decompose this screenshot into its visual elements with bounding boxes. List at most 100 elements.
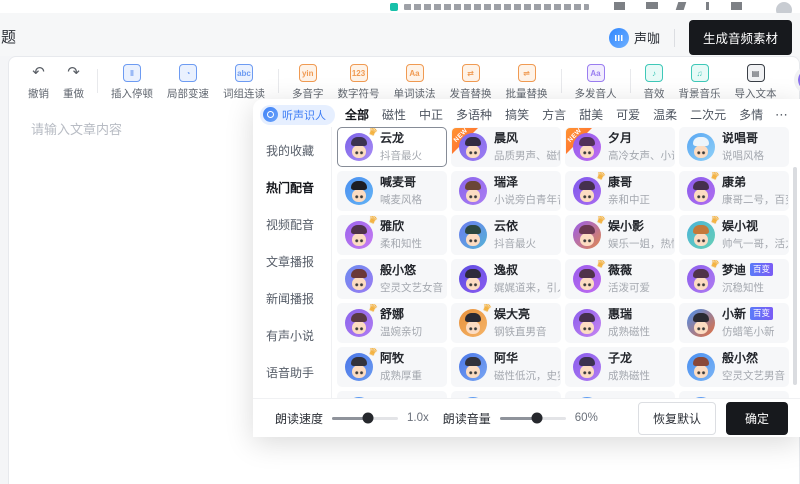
voice-text: 康弟康哥二号，百变男音 [722,176,788,207]
voice-card-晨风[interactable]: NEW晨风品质男声、磁性沉稳 [451,127,561,167]
voice-card-喊麦哥[interactable]: 喊麦哥喊麦风格 [337,171,447,211]
voice-avatar [573,133,601,161]
menu-item-语音助手[interactable]: 语音助手 [253,364,331,401]
tab-多情感[interactable]: 多情感 [739,106,763,123]
menu-item-新闻播报[interactable]: 新闻播报 [253,290,331,327]
voice-recognize-label: 听声识人 [282,107,326,123]
extension-icon[interactable] [646,2,658,9]
volume-slider[interactable] [500,417,566,420]
tab-甜美[interactable]: 甜美 [579,106,603,123]
voice-card-夕月[interactable]: NEW夕月高冷女声、小说专属 [565,127,675,167]
voice-card-娱大亮[interactable]: ♛娱大亮钢铁直男音 [451,303,561,343]
voice-grid-wrap: ♛云龙抖音最火NEW晨风品质男声、磁性沉稳NEW夕月高冷女声、小说专属说唱哥说唱… [332,127,800,398]
tab-中正[interactable]: 中正 [419,106,443,123]
toolbar-word-reading-button[interactable]: Aa单词读法 [387,64,443,101]
voice-card-说唱哥[interactable]: 说唱哥说唱风格 [679,127,789,167]
toolbar-phrase-liaison-button[interactable]: abc词组连读 [216,64,272,101]
grid-scrollbar[interactable] [793,167,797,385]
voice-avatar [459,133,487,161]
tab-搞笑[interactable]: 搞笑 [505,106,529,123]
voice-card-惠瑞[interactable]: 惠瑞成熟磁性 [565,303,675,343]
tab-温柔[interactable]: 温柔 [653,106,677,123]
voice-card-薇薇[interactable]: ♛薇薇活泼可爱 [565,259,675,299]
toolbar-bgm-button[interactable]: ♫背景音乐 [672,64,728,101]
voice-card-娱小视[interactable]: ♛娱小视帅气一哥，活力轻快 [679,215,789,255]
voice-desc: 抖音最火 [494,236,536,251]
toolbar-pronunciation-replace-button[interactable]: ⇄发音替换 [443,64,499,101]
volume-slider-thumb[interactable] [531,413,542,424]
tab-全部[interactable]: 全部 [345,106,369,123]
sound-effect-icon: ♪ [645,64,663,82]
avatar-face [580,189,594,202]
avatar-face [466,145,480,158]
voice-card-阿华[interactable]: 阿华磁性低沉，史实记录 [451,347,561,387]
menu-dots-icon[interactable] [706,2,709,10]
confirm-button[interactable]: 确定 [726,402,788,435]
voice-desc: 娓娓道来，引人入胜 [494,280,560,295]
avatar-art [459,133,487,161]
tab-方言[interactable]: 方言 [542,106,566,123]
current-voice-pill[interactable]: 云龙 | 1.0x [794,66,800,94]
tab-二次元[interactable]: 二次元 [690,106,726,123]
edit-icon[interactable] [676,2,687,10]
editor-placeholder[interactable]: 请输入文章内容 [31,119,122,138]
voice-name-row: 夕月 [608,132,674,144]
reset-default-button[interactable]: 恢复默认 [638,402,716,435]
voice-avatar [459,353,487,381]
avatar-face [352,233,366,246]
avatar-art [687,177,715,205]
voice-card-娱小影[interactable]: ♛娱小影娱乐一姐，热情活力 [565,215,675,255]
speed-slider[interactable] [332,417,398,420]
download-icon[interactable] [614,2,625,10]
page-title-partial[interactable]: 题 [1,26,16,47]
voice-card-梦迪[interactable]: ♛梦迪百变沉稳知性 [679,259,789,299]
voice-card-赛浩浩[interactable]: 赛浩浩 [565,391,675,398]
voice-card-般小冰[interactable]: 般小冰 [337,391,447,398]
toolbar-batch-replace-button[interactable]: ⇌批量替换 [499,64,555,101]
tab-多语种[interactable]: 多语种 [456,106,492,123]
voice-card-逸叔[interactable]: 逸叔娓娓道来，引人入胜 [451,259,561,299]
voice-card-雅欣[interactable]: ♛雅欣柔和知性 [337,215,447,255]
toolbar-undo-button[interactable]: ↶撤销 [21,64,56,101]
toolbar-local-speed-button[interactable]: ◔局部变速 [160,64,216,101]
voice-text: 云依抖音最火 [494,220,536,251]
voice-panel: 听声识人 全部磁性中正多语种搞笑方言甜美可爱温柔二次元多情感干练抒情童声低沉浑厚… [253,99,800,437]
voice-card-瑞泽[interactable]: 瑞泽小说旁白青年音 [451,171,561,211]
voice-card-康弟[interactable]: ♛康弟康哥二号，百变男音 [679,171,789,211]
speed-slider-thumb[interactable] [362,413,373,424]
sidebar-icon[interactable] [731,2,742,10]
voice-card-阿牧[interactable]: ♛阿牧成熟厚重 [337,347,447,387]
menu-item-视频配音[interactable]: 视频配音 [253,216,331,253]
toolbar-multi-speaker-button[interactable]: Aa多发音人 [568,64,624,101]
avatar-art [459,309,487,337]
menu-item-有声小说[interactable]: 有声小说 [253,327,331,364]
voice-card-舒娜[interactable]: ♛舒娜温婉亲切 [337,303,447,343]
voice-card-云依[interactable]: 云依抖音最火 [451,215,561,255]
menu-item-我的收藏[interactable]: 我的收藏 [253,142,331,179]
toolbar-insert-pause-button[interactable]: ‖插入停顿 [104,64,160,101]
voice-card-子龙[interactable]: 子龙成熟磁性 [565,347,675,387]
shengka-button[interactable]: 声咖 [609,28,660,48]
avatar-art [687,397,715,398]
voice-card-赛小清[interactable]: 赛小清 [679,391,789,398]
toolbar-sound-effect-button[interactable]: ♪音效 [637,64,672,101]
voice-card-云龙[interactable]: ♛云龙抖音最火 [337,127,447,167]
voice-recognize-button[interactable]: 听声识人 [260,105,335,125]
generate-audio-button[interactable]: 生成音频素材 [689,20,792,55]
voice-card-小新[interactable]: 小新百变仿蜡笔小新 [679,303,789,343]
voice-card-康哥[interactable]: ♛康哥亲和中正 [565,171,675,211]
bookmark-title-blur [404,4,589,10]
voice-card-般小然[interactable]: 般小然空灵文艺男音 [679,347,789,387]
voice-name: 小新 [722,308,746,320]
voice-card-赛洪声[interactable]: 赛洪声 [451,391,561,398]
tabs-more-button[interactable]: ⋯ [773,107,794,123]
voice-card-般小悠[interactable]: 般小悠空灵文艺女音 [337,259,447,299]
toolbar-number-symbol-button[interactable]: 123数字符号 [331,64,387,101]
menu-item-文章播报[interactable]: 文章播报 [253,253,331,290]
toolbar-import-text-button[interactable]: ▤导入文本 [728,64,784,101]
tab-磁性[interactable]: 磁性 [382,106,406,123]
tab-可爱[interactable]: 可爱 [616,106,640,123]
toolbar-polyphone-button[interactable]: yin多音字 [285,64,331,101]
menu-item-热门配音[interactable]: 热门配音 [253,179,331,216]
toolbar-redo-button[interactable]: ↷重做 [56,64,91,101]
